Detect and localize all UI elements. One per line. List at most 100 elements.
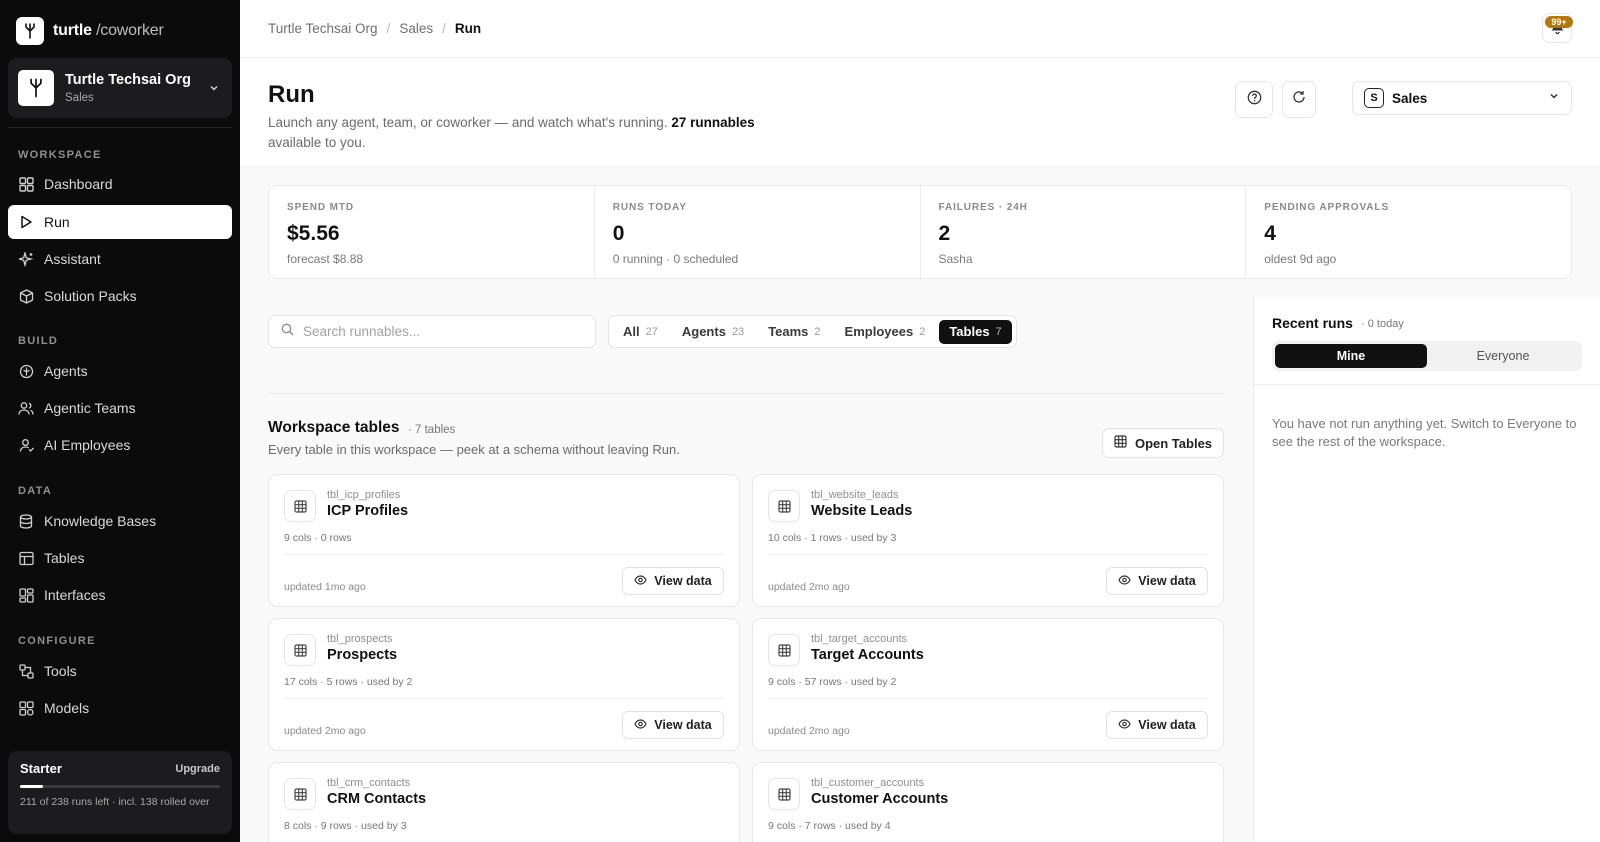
team-select-value: Sales — [1392, 90, 1428, 106]
agent-icon — [18, 363, 34, 379]
table-card[interactable]: tbl_customer_accounts Customer Accounts … — [752, 762, 1224, 842]
sidebar-item-label: Interfaces — [44, 587, 106, 603]
search-input[interactable]: Search runnables... — [268, 315, 596, 348]
table-card[interactable]: tbl_icp_profiles ICP Profiles 9 cols · 0… — [268, 474, 740, 607]
models-icon — [18, 700, 34, 716]
view-data-label: View data — [1138, 718, 1196, 732]
tab-all[interactable]: All 27 — [613, 320, 668, 344]
sidebar-item-tools[interactable]: Tools — [8, 654, 232, 688]
table-card[interactable]: tbl_crm_contacts CRM Contacts 8 cols · 9… — [268, 762, 740, 842]
breadcrumb-team[interactable]: Sales — [399, 21, 433, 36]
sidebar-item-run[interactable]: Run — [8, 205, 232, 239]
section-label-data: DATA — [18, 485, 53, 497]
eye-icon — [1118, 718, 1131, 732]
tab-label: Teams — [768, 324, 809, 339]
sidebar-item-tables[interactable]: Tables — [8, 541, 232, 575]
sidebar: turtle /coworker Turtle Techsai Org Sale… — [0, 0, 240, 842]
chevron-down-icon — [206, 80, 222, 96]
eye-icon — [634, 574, 647, 588]
view-data-button[interactable]: View data — [622, 567, 724, 595]
org-team: Sales — [65, 92, 94, 104]
tab-mine[interactable]: Mine — [1275, 344, 1427, 368]
section-description: Every table in this workspace — peek at … — [268, 442, 680, 457]
recent-runs-panel: Recent runs · 0 today Mine Everyone You … — [1253, 297, 1600, 842]
sparkle-icon — [18, 251, 34, 267]
plan-name: Starter — [20, 761, 62, 776]
tab-tables[interactable]: Tables 7 — [939, 319, 1012, 344]
stat-label: RUNS TODAY — [612, 202, 687, 213]
table-name: Website Leads — [811, 503, 913, 519]
plan-usage-text: 211 of 238 runs left · incl. 138 rolled … — [20, 796, 210, 808]
team-select[interactable]: S Sales — [1352, 81, 1572, 115]
sidebar-item-dashboard[interactable]: Dashboard — [8, 167, 232, 201]
stat-runs-today: RUNS TODAY 0 0 running · 0 scheduled — [595, 186, 921, 278]
sidebar-item-interfaces[interactable]: Interfaces — [8, 578, 232, 612]
table-slug: tbl_website_leads — [811, 489, 899, 501]
tab-teams[interactable]: Teams 2 — [758, 320, 830, 344]
grid-icon — [284, 778, 316, 810]
org-logo-icon — [18, 70, 54, 106]
sidebar-item-solution-packs[interactable]: Solution Packs — [8, 279, 232, 313]
sidebar-item-agentic-teams[interactable]: Agentic Teams — [8, 391, 232, 425]
help-button[interactable] — [1235, 81, 1273, 118]
sidebar-item-label: Run — [44, 214, 70, 230]
view-data-button[interactable]: View data — [1106, 711, 1208, 739]
view-data-label: View data — [1138, 574, 1196, 588]
notification-badge: 99+ — [1545, 16, 1573, 28]
tab-everyone[interactable]: Everyone — [1427, 344, 1579, 368]
table-slug: tbl_target_accounts — [811, 633, 908, 645]
divider — [284, 698, 724, 699]
tab-count: 27 — [645, 325, 658, 338]
stat-pending-approvals: PENDING APPROVALS 4 oldest 9d ago — [1246, 186, 1571, 278]
view-data-button[interactable]: View data — [1106, 567, 1208, 595]
page-title: Run — [268, 81, 315, 108]
tools-icon — [18, 663, 34, 679]
section-label-configure: CONFIGURE — [18, 635, 96, 647]
sidebar-item-label: Models — [44, 700, 90, 716]
view-data-button[interactable]: View data — [622, 711, 724, 739]
divider — [768, 554, 1208, 555]
sidebar-item-label: Tables — [44, 550, 85, 566]
table-card[interactable]: tbl_website_leads Website Leads 10 cols … — [752, 474, 1224, 607]
grid-icon — [768, 778, 800, 810]
breadcrumb-separator: / — [442, 21, 446, 36]
page-desc-text: available to you. — [268, 134, 366, 150]
eye-icon — [1118, 574, 1131, 588]
eye-icon — [634, 718, 647, 732]
upgrade-link[interactable]: Upgrade — [175, 763, 220, 775]
table-card[interactable]: tbl_prospects Prospects 17 cols · 5 rows… — [268, 618, 740, 751]
table-card[interactable]: tbl_target_accounts Target Accounts 9 co… — [752, 618, 1224, 751]
org-switcher[interactable]: Turtle Techsai Org Sales — [8, 58, 232, 118]
brand[interactable]: turtle /coworker — [16, 17, 164, 45]
filter-tabs: All 27 Agents 23 Teams 2 Employees 2 Tables 7 — [608, 315, 1017, 348]
search-icon — [281, 323, 294, 341]
sidebar-item-agents[interactable]: Agents — [8, 354, 232, 388]
breadcrumb-org[interactable]: Turtle Techsai Org — [268, 21, 378, 36]
sidebar-item-assistant[interactable]: Assistant — [8, 242, 232, 276]
divider — [8, 127, 232, 128]
search-placeholder: Search runnables... — [303, 324, 421, 339]
brand-suffix: /coworker — [96, 22, 164, 39]
grid-icon — [768, 634, 800, 666]
refresh-button[interactable] — [1282, 81, 1316, 118]
stat-value: 4 — [1264, 222, 1276, 245]
database-icon — [18, 513, 34, 529]
dashboard-icon — [18, 176, 34, 192]
open-tables-button[interactable]: Open Tables — [1102, 428, 1224, 458]
stat-spend: SPEND MTD $5.56 forecast $8.88 — [269, 186, 595, 278]
stat-value: 2 — [938, 222, 951, 245]
recent-runs-title: Recent runs — [1272, 315, 1353, 331]
sidebar-item-ai-employees[interactable]: AI Employees — [8, 428, 232, 462]
refresh-icon — [1292, 90, 1306, 109]
sidebar-item-models[interactable]: Models — [8, 691, 232, 725]
stat-value: $5.56 — [287, 222, 340, 245]
tab-agents[interactable]: Agents 23 — [672, 320, 754, 344]
stat-value: 0 — [612, 222, 625, 245]
breadcrumb-separator: / — [386, 21, 391, 36]
page-desc-text: Launch any agent, team, or coworker — an… — [268, 115, 672, 130]
tab-employees[interactable]: Employees 2 — [835, 320, 936, 344]
tab-count: 2 — [814, 325, 821, 338]
table-slug: tbl_customer_accounts — [811, 777, 925, 789]
interface-icon — [18, 587, 34, 603]
sidebar-item-knowledge-bases[interactable]: Knowledge Bases — [8, 504, 232, 538]
